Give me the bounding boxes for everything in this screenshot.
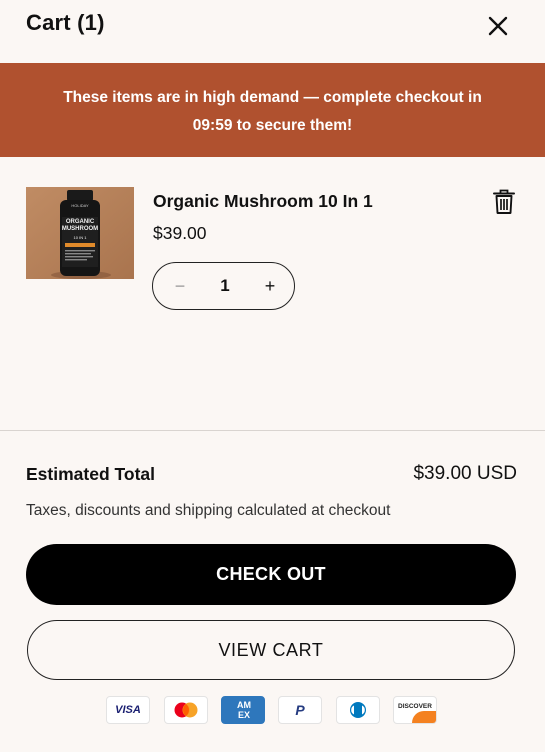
product-image-label-3: 10 IN 1	[73, 235, 87, 240]
banner-line1: These items are in high demand — complet…	[63, 89, 482, 106]
banner-line2: 09:59 to secure them!	[0, 112, 545, 140]
estimated-total-value: $39.00 USD	[413, 463, 517, 484]
checkout-button[interactable]: CHECK OUT	[26, 544, 516, 605]
decrease-quantity-button[interactable]: −	[167, 263, 193, 309]
product-bottle-graphic	[26, 187, 134, 279]
cart-header: Cart (1)	[0, 0, 545, 62]
urgency-banner: These items are in high demand — complet…	[0, 63, 545, 157]
countdown-timer: 09:59	[192, 117, 233, 134]
diners-icon	[336, 696, 380, 724]
product-image-label-1: ORGANIC	[65, 219, 95, 225]
product-image[interactable]: HOLIDAY ORGANIC MUSHROOM 10 IN 1	[26, 187, 134, 279]
paypal-icon: P	[278, 696, 322, 724]
estimated-total-label: Estimated Total	[26, 464, 156, 484]
product-image-label-2: MUSHROOM	[61, 226, 99, 232]
visa-icon: VISA	[106, 696, 150, 724]
quantity-stepper: − 1 +	[152, 262, 295, 310]
taxes-note: Taxes, discounts and shipping calculated…	[26, 502, 391, 519]
product-price: $39.00	[153, 223, 207, 243]
product-name[interactable]: Organic Mushroom 10 In 1	[153, 191, 373, 212]
cart-title: Cart (1)	[26, 10, 105, 35]
trash-icon[interactable]	[492, 189, 516, 215]
close-icon[interactable]	[484, 12, 512, 40]
cart-item: HOLIDAY ORGANIC MUSHROOM 10 IN 1 Organic…	[0, 157, 545, 427]
product-image-brand: HOLIDAY	[71, 203, 89, 208]
discover-icon: DISCOVER	[393, 696, 437, 724]
view-cart-button[interactable]: VIEW CART	[27, 620, 515, 680]
summary-divider	[0, 430, 545, 431]
mastercard-icon	[164, 696, 208, 724]
increase-quantity-button[interactable]: +	[257, 263, 283, 309]
quantity-value[interactable]: 1	[205, 263, 245, 309]
amex-icon: AM EX	[221, 696, 265, 724]
banner-line2-text: to secure them!	[232, 117, 353, 134]
